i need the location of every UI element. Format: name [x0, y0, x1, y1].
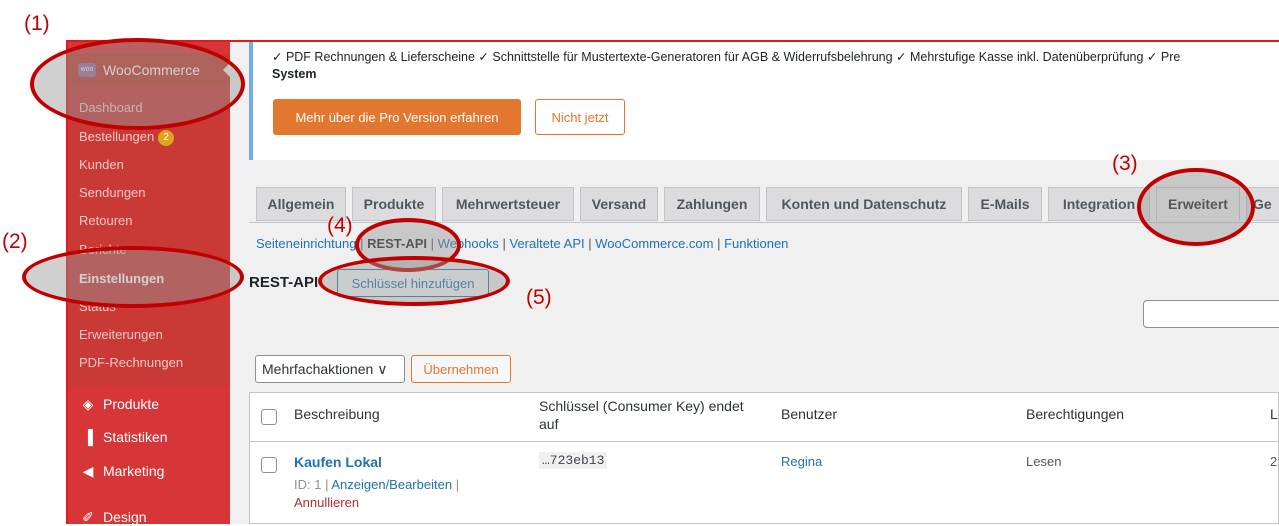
annotation-label-2: (2): [2, 230, 28, 253]
row-permissions: Lesen: [1026, 454, 1062, 469]
column-header-permissions: Berechtigungen: [1026, 406, 1125, 422]
row-id: ID: 1 |: [294, 477, 329, 492]
order-count-badge: 2: [158, 130, 175, 146]
row-actions: ID: 1 | Anzeigen/Bearbeiten |: [294, 477, 459, 492]
row-user-link[interactable]: Regina: [781, 454, 822, 469]
subnav-veraltete-api[interactable]: Veraltete API: [509, 236, 584, 251]
row-description: Kaufen Lokal: [294, 454, 382, 470]
tab-mehrwertsteuer[interactable]: Mehrwertsteuer: [442, 187, 574, 221]
submenu-kunden[interactable]: Kunden: [79, 157, 124, 172]
key-code: …723eb13: [539, 452, 608, 469]
tab-zahlungen[interactable]: Zahlungen: [664, 187, 760, 221]
submenu-erweiterungen[interactable]: Erweiterungen: [79, 327, 163, 342]
bulk-actions-select[interactable]: Mehrfachaktionen ∨: [255, 355, 405, 383]
column-header-user: Benutzer: [781, 406, 838, 422]
row-key-end: …723eb13: [539, 452, 608, 469]
notice-text: ✓ PDF Rechnungen & Lieferscheine ✓ Schni…: [272, 49, 1279, 83]
woocommerce-submenu: Dashboard Bestellungen 2 Kunden Sendungen…: [68, 86, 230, 386]
row-checkbox[interactable]: [261, 457, 277, 473]
row-action-separator: |: [455, 477, 460, 492]
annotation-label-4: (4): [327, 214, 353, 237]
annotation-ellipse-5: [318, 256, 510, 306]
tab-konten-datenschutz[interactable]: Konten und Datenschutz: [766, 187, 962, 221]
sidebar-item-label: Statistiken: [103, 429, 168, 445]
revoke-link[interactable]: Annullieren: [294, 495, 359, 510]
column-header-description[interactable]: Beschreibung: [294, 405, 380, 423]
annotation-ellipse-3: [1137, 168, 1255, 246]
sidebar-item-label: Produkte: [103, 396, 160, 412]
brush-icon: ✐: [82, 509, 94, 525]
bar-chart-icon: ▐: [83, 429, 93, 445]
page-title: REST-API: [249, 274, 319, 291]
submenu-bestellungen[interactable]: Bestellungen 2: [79, 129, 175, 146]
subnav-separator: |: [498, 236, 510, 251]
pro-version-notice: ✓ PDF Rechnungen & Lieferscheine ✓ Schni…: [249, 42, 1279, 160]
box-icon: ◈: [82, 396, 94, 412]
megaphone-icon: ◀: [82, 463, 94, 479]
tab-versand[interactable]: Versand: [580, 187, 658, 221]
submenu-retouren[interactable]: Retouren: [79, 213, 132, 228]
table-header-row: Beschreibung Schlüssel (Consumer Key) en…: [250, 393, 1278, 442]
chevron-down-icon: ∨: [377, 361, 388, 377]
subnav-funktionen[interactable]: Funktionen: [724, 236, 788, 251]
select-all-checkbox[interactable]: [261, 409, 277, 425]
notice-line-1: ✓ PDF Rechnungen & Lieferscheine ✓ Schni…: [272, 50, 1181, 64]
submenu-pdf-rechnungen[interactable]: PDF-Rechnungen: [79, 355, 183, 370]
section-subnav: Seiteneinrichtung | REST-API | Webhooks …: [256, 236, 788, 251]
edit-link[interactable]: Anzeigen/Bearbeiten: [331, 477, 452, 492]
sidebar-item-design[interactable]: ✐ Design: [79, 509, 147, 526]
apply-button[interactable]: Übernehmen: [411, 355, 511, 383]
sidebar-item-label: Marketing: [103, 463, 165, 479]
subnav-separator: |: [584, 236, 596, 251]
annotation-label-3: (3): [1112, 152, 1138, 175]
search-input[interactable]: [1143, 300, 1279, 328]
column-header-last-access: L: [1270, 406, 1278, 422]
annotation-label-1: (1): [24, 12, 50, 35]
annotation-label-5: (5): [526, 286, 552, 309]
sidebar-item-marketing[interactable]: ◀ Marketing: [79, 463, 165, 480]
subnav-woocommerce-com[interactable]: WooCommerce.com: [595, 236, 713, 251]
tab-integration[interactable]: Integration: [1048, 187, 1150, 221]
annotation-ellipse-2: [22, 246, 244, 308]
api-keys-table: Beschreibung Schlüssel (Consumer Key) en…: [249, 392, 1279, 524]
not-now-button[interactable]: Nicht jetzt: [535, 99, 625, 135]
submenu-label: Bestellungen: [79, 129, 155, 144]
sidebar-item-label: Design: [103, 509, 147, 525]
subnav-seiteneinrichtung[interactable]: Seiteneinrichtung: [256, 236, 356, 251]
notice-line-2: System: [272, 67, 317, 81]
sidebar-item-statistiken[interactable]: ▐ Statistiken: [79, 429, 168, 445]
submenu-sendungen[interactable]: Sendungen: [79, 185, 146, 200]
tab-emails[interactable]: E-Mails: [968, 187, 1042, 221]
column-header-key: Schlüssel (Consumer Key) endet auf: [539, 398, 744, 432]
annotation-ellipse-1: [30, 38, 245, 130]
sidebar-item-produkte[interactable]: ◈ Produkte: [79, 396, 159, 413]
row-description-link[interactable]: Kaufen Lokal: [294, 454, 382, 470]
subnav-separator: |: [713, 236, 725, 251]
pro-version-button[interactable]: Mehr über die Pro Version erfahren: [273, 99, 521, 135]
tab-produkte[interactable]: Produkte: [352, 187, 436, 221]
row-last-access: 2:: [1270, 454, 1279, 469]
bulk-actions-value: Mehrfachaktionen: [262, 361, 374, 377]
